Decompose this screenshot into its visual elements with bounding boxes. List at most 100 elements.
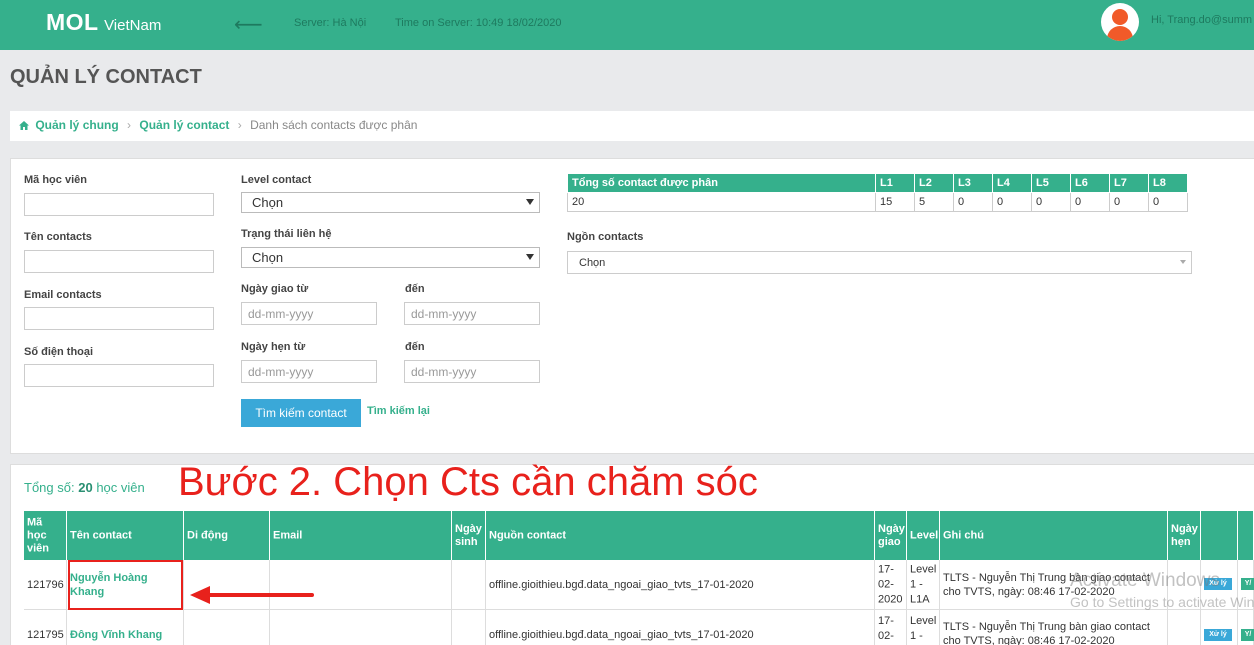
results-total: Tổng số: 20 học viên bbox=[24, 480, 145, 495]
column-header-label: Ngày sinh bbox=[455, 522, 482, 548]
stats-value-l6: 0 bbox=[1070, 192, 1110, 212]
cell-text: 17-02- bbox=[878, 615, 894, 642]
logo-sub-text: VietNam bbox=[104, 17, 162, 34]
stats-value-total: 20 bbox=[567, 192, 876, 212]
table-cell-mobile bbox=[184, 610, 270, 645]
table-cell-note: TLTS - Nguyễn Thị Trung bàn giao contact… bbox=[940, 610, 1168, 645]
level-select-value: Chọn bbox=[252, 195, 284, 210]
assign-to-input[interactable]: dd-mm-yyyy bbox=[404, 302, 540, 325]
stats-value-l7: 0 bbox=[1109, 192, 1149, 212]
server-label: Server: Hà Nội bbox=[294, 17, 367, 29]
table-cell-level: Level 1 - bbox=[907, 610, 940, 645]
column-header-level[interactable]: Level bbox=[907, 511, 940, 560]
column-header-label: Level bbox=[910, 529, 939, 541]
stats-header-l8: L8 bbox=[1148, 173, 1188, 193]
level-label: Level contact bbox=[241, 174, 312, 186]
table-cell-assigned: 17-02-2020 bbox=[875, 560, 907, 610]
cell-text: TLTS - Nguyễn Thị Trung bàn giao contact… bbox=[943, 621, 1150, 645]
results-total-suffix: học viên bbox=[96, 480, 145, 495]
contact-name-link[interactable]: Đông Vĩnh Khang bbox=[70, 628, 180, 642]
stats-header-l7: L7 bbox=[1109, 173, 1149, 193]
student-id-input[interactable] bbox=[24, 193, 214, 216]
stats-value-l1: 15 bbox=[875, 192, 915, 212]
appt-from-label: Ngày hẹn từ bbox=[241, 341, 306, 353]
reset-search-link[interactable]: Tìm kiếm lại bbox=[367, 405, 430, 417]
search-contact-button[interactable]: Tìm kiếm contact bbox=[241, 399, 361, 427]
app-logo[interactable]: MOL VietNam bbox=[46, 9, 161, 36]
table-cell-email bbox=[270, 610, 452, 645]
appt-to-input[interactable]: dd-mm-yyyy bbox=[404, 360, 540, 383]
contact-name-label: Tên contacts bbox=[24, 231, 92, 243]
source-select[interactable]: Chọn bbox=[567, 251, 1192, 274]
table-cell-appointment bbox=[1168, 610, 1201, 645]
table-cell-name[interactable]: Đông Vĩnh Khang bbox=[67, 610, 184, 645]
process-button[interactable]: Xử lý bbox=[1204, 629, 1232, 641]
table-cell-source: offline.gioithieu.bgđ.data_ngoai_giao_tv… bbox=[486, 560, 875, 610]
column-header-label: Ngày hẹn bbox=[1171, 522, 1198, 548]
watermark-line1: Activate Windows bbox=[1070, 570, 1220, 591]
red-arrow-icon bbox=[190, 586, 314, 604]
step-annotation: Bước 2. Chọn Cts cần chăm sóc bbox=[178, 460, 758, 504]
cell-text: offline.gioithieu.bgđ.data_ngoai_giao_tv… bbox=[489, 578, 754, 591]
source-label: Ngồn contacts bbox=[567, 231, 644, 243]
chevron-down-icon bbox=[526, 199, 534, 205]
chevron-down-icon bbox=[1180, 260, 1186, 264]
contact-name-input[interactable] bbox=[24, 250, 214, 273]
table-cell-dob bbox=[452, 560, 486, 610]
top-navbar: MOL VietNam ⟵ Server: Hà Nội Time on Ser… bbox=[0, 0, 1254, 50]
table-cell-dob bbox=[452, 610, 486, 645]
column-header-label: Tên contact bbox=[70, 529, 132, 541]
user-avatar-icon[interactable] bbox=[1101, 3, 1139, 41]
stats-value-l5: 0 bbox=[1031, 192, 1071, 212]
stats-value-l2: 5 bbox=[914, 192, 954, 212]
table-cell-level: Level 1 - L1A bbox=[907, 560, 940, 610]
appt-from-input[interactable]: dd-mm-yyyy bbox=[241, 360, 377, 383]
assign-from-label: Ngày giao từ bbox=[241, 283, 309, 295]
column-header-name[interactable]: Tên contact bbox=[67, 511, 184, 560]
source-select-value: Chọn bbox=[579, 257, 606, 269]
column-header-mobile[interactable]: Di động bbox=[184, 511, 270, 560]
cell-text: Level 1 - bbox=[910, 615, 937, 642]
stats-value-l4: 0 bbox=[992, 192, 1032, 212]
server-time: Time on Server: 10:49 18/02/2020 bbox=[395, 17, 562, 29]
phone-label: Số điện thoại bbox=[24, 346, 94, 358]
column-header-actions bbox=[1201, 511, 1238, 560]
column-header-label: Nguồn contact bbox=[489, 529, 566, 541]
table-cell-assigned: 17-02- bbox=[875, 610, 907, 645]
column-header-source[interactable]: Nguồn contact bbox=[486, 511, 875, 560]
table-cell-actions-2: Y/ bbox=[1238, 610, 1254, 645]
back-arrow-icon[interactable]: ⟵ bbox=[234, 12, 263, 37]
level-select[interactable]: Chọn bbox=[241, 192, 540, 213]
column-header-email[interactable]: Email bbox=[270, 511, 452, 560]
yes-button[interactable]: Y/ bbox=[1241, 629, 1254, 641]
stats-value-l8: 0 bbox=[1148, 192, 1188, 212]
column-header-dob[interactable]: Ngày sinh bbox=[452, 511, 486, 560]
column-header-appointment[interactable]: Ngày hẹn bbox=[1168, 511, 1201, 560]
table-cell-source: offline.gioithieu.bgđ.data_ngoai_giao_tv… bbox=[486, 610, 875, 645]
assign-from-input[interactable]: dd-mm-yyyy bbox=[241, 302, 377, 325]
breadcrumb-link-contact[interactable]: Quản lý contact bbox=[139, 118, 229, 132]
home-icon bbox=[19, 121, 29, 130]
column-header-assigned[interactable]: Ngày giao bbox=[875, 511, 907, 560]
page-title: QUẢN LÝ CONTACT bbox=[10, 66, 202, 88]
column-header-label: Ghi chú bbox=[943, 529, 984, 541]
table-cell-id: 121795 bbox=[24, 610, 67, 645]
table-cell-id: 121796 bbox=[24, 560, 67, 610]
stats-header-total: Tổng số contact được phân bbox=[567, 173, 876, 193]
breadcrumb-link-general[interactable]: Quản lý chung bbox=[35, 118, 118, 132]
assign-to-label: đến bbox=[405, 283, 425, 295]
status-select[interactable]: Chọn bbox=[241, 247, 540, 268]
results-total-count: 20 bbox=[78, 480, 93, 495]
column-header-note[interactable]: Ghi chú bbox=[940, 511, 1168, 560]
column-header-label: Email bbox=[273, 529, 303, 541]
table-cell-actions: Xử lý bbox=[1201, 610, 1238, 645]
user-greeting[interactable]: Hi, Trang.do@summ bbox=[1151, 14, 1252, 26]
column-header-label: Mã học viên bbox=[27, 516, 50, 554]
status-select-value: Chọn bbox=[252, 250, 284, 265]
phone-input[interactable] bbox=[24, 364, 214, 387]
highlight-box bbox=[68, 560, 183, 610]
student-id-label: Mã học viên bbox=[24, 174, 87, 186]
column-header-student-id[interactable]: Mã học viên bbox=[24, 511, 67, 560]
email-input[interactable] bbox=[24, 307, 214, 330]
stats-header-l5: L5 bbox=[1031, 173, 1071, 193]
